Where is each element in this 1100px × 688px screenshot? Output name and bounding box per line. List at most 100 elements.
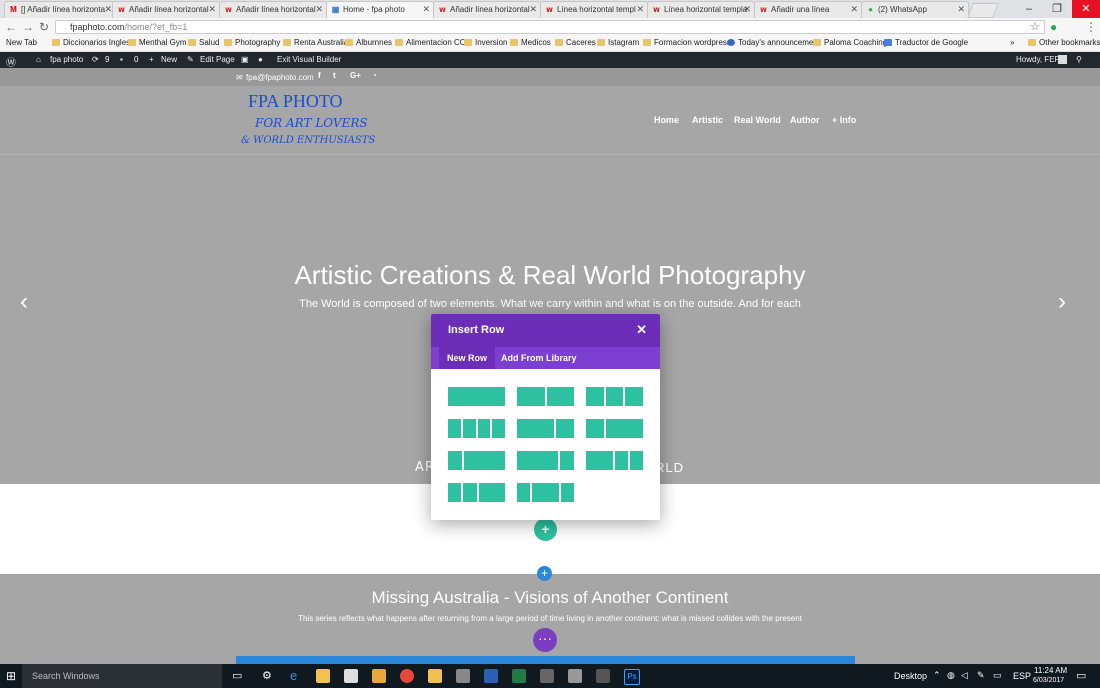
- browser-tab[interactable]: w Añadir línea horizontal ✕: [219, 1, 327, 18]
- clock-date[interactable]: 6/03/2017: [1033, 677, 1064, 684]
- close-icon[interactable]: ✕: [636, 322, 647, 338]
- avatar[interactable]: [1058, 55, 1067, 64]
- nav-artistic[interactable]: Artistic: [692, 115, 723, 125]
- close-tab-icon[interactable]: ✕: [850, 4, 858, 15]
- home-icon[interactable]: ⌂: [36, 55, 41, 64]
- row-layout-option[interactable]: [448, 483, 505, 502]
- notifications-icon[interactable]: ▭: [1076, 669, 1086, 682]
- store-icon[interactable]: [344, 669, 358, 683]
- bookmark-folder[interactable]: Inversion: [464, 38, 507, 47]
- add-module-button[interactable]: +: [534, 518, 557, 541]
- browser-tab[interactable]: ● (2) WhatsApp ✕: [861, 1, 969, 18]
- tab-new-row[interactable]: New Row: [439, 347, 496, 369]
- row-layout-option[interactable]: [517, 483, 574, 502]
- row-layout-option[interactable]: [586, 419, 643, 438]
- excel-icon[interactable]: [512, 669, 526, 683]
- maximize-icon[interactable]: ❐: [1043, 0, 1071, 18]
- seo-icon[interactable]: ▣: [241, 55, 249, 64]
- nav-author[interactable]: Author: [790, 115, 820, 125]
- menu-icon[interactable]: ⋮: [1085, 20, 1097, 34]
- close-tab-icon[interactable]: ✕: [957, 4, 965, 15]
- howdy-user[interactable]: Howdy, FER: [1016, 55, 1060, 64]
- row-layout-option[interactable]: [448, 387, 505, 406]
- task-view-icon[interactable]: ▭: [232, 669, 242, 682]
- tray-chevron-icon[interactable]: ⌃: [933, 670, 941, 681]
- row-layout-option[interactable]: [448, 451, 505, 470]
- add-section-button[interactable]: +: [537, 566, 552, 581]
- settings-gear-icon[interactable]: ⚙: [262, 669, 272, 682]
- bookmark-folder[interactable]: Medicos: [510, 38, 551, 47]
- browser-tab[interactable]: w Línea horizontal templa ✕: [647, 1, 755, 18]
- extension-icon[interactable]: ●: [1050, 20, 1057, 34]
- logo-title[interactable]: FPA PHOTO: [248, 91, 343, 112]
- windows-start-icon[interactable]: ⊞: [6, 669, 16, 683]
- app-icon[interactable]: [540, 669, 554, 683]
- new-link[interactable]: New: [161, 55, 177, 64]
- exit-visual-builder-link[interactable]: Exit Visual Builder: [277, 55, 341, 64]
- comments-count[interactable]: 0: [134, 55, 138, 64]
- slider-prev-icon[interactable]: ‹: [20, 288, 28, 316]
- row-layout-option[interactable]: [586, 387, 643, 406]
- search-icon[interactable]: ⚲: [1076, 55, 1082, 64]
- edit-page-link[interactable]: Edit Page: [200, 55, 235, 64]
- plus-icon[interactable]: +: [149, 55, 154, 64]
- slider-next-icon[interactable]: ›: [1058, 288, 1066, 316]
- bookmark-folder[interactable]: Istagram: [597, 38, 639, 47]
- page-settings-button[interactable]: ···: [533, 628, 557, 652]
- word-icon[interactable]: [484, 669, 498, 683]
- browser-tab[interactable]: w Añadir línea horizontal ✕: [433, 1, 541, 18]
- reload-icon[interactable]: ↻: [39, 20, 49, 34]
- row-layout-option[interactable]: [448, 419, 505, 438]
- row-layout-option[interactable]: [517, 419, 574, 438]
- volume-icon[interactable]: ◁: [961, 670, 968, 681]
- close-tab-icon[interactable]: ✕: [104, 4, 112, 15]
- browser-tab[interactable]: w Añadir una línea ✕: [754, 1, 862, 18]
- close-tab-icon[interactable]: ✕: [743, 4, 751, 15]
- bookmarks-overflow[interactable]: »: [1010, 38, 1014, 47]
- comments-icon[interactable]: ▪: [120, 55, 123, 64]
- row-layout-option[interactable]: [586, 451, 643, 470]
- network-icon[interactable]: ◍: [947, 670, 955, 681]
- app-icon[interactable]: [568, 669, 582, 683]
- site-name-link[interactable]: fpa photo: [50, 55, 83, 64]
- desktop-toolbar[interactable]: Desktop: [894, 671, 927, 681]
- bookmark-folder[interactable]: Formacion wordpress: [643, 38, 731, 47]
- bookmark-folder[interactable]: Salud: [188, 38, 219, 47]
- file-explorer-icon[interactable]: [316, 669, 330, 683]
- rss-icon[interactable]: ◔: [372, 71, 377, 80]
- bookmark-folder[interactable]: Diccionarios Ingles: [52, 38, 130, 47]
- google-plus-icon[interactable]: G+: [350, 71, 361, 80]
- media-icon[interactable]: [372, 669, 386, 683]
- clock-time[interactable]: 11:24 AM: [1034, 666, 1067, 675]
- photoshop-icon[interactable]: Ps: [624, 669, 640, 685]
- close-window-icon[interactable]: ✕: [1072, 0, 1100, 18]
- bookmark-item[interactable]: Traductor de Google: [884, 38, 968, 47]
- bookmark-folder[interactable]: Alburnnes: [345, 38, 392, 47]
- tab-add-from-library[interactable]: Add From Library: [493, 347, 585, 369]
- other-bookmarks-folder[interactable]: Other bookmarks: [1028, 38, 1100, 47]
- new-tab-button[interactable]: [967, 3, 999, 18]
- bookmark-folder[interactable]: Alimentacion CC: [395, 38, 466, 47]
- pen-icon[interactable]: ✎: [977, 670, 985, 681]
- close-tab-icon[interactable]: ✕: [529, 4, 537, 15]
- bookmark-folder[interactable]: Menthal Gym: [128, 38, 187, 47]
- address-bar[interactable]: fpaphoto.com/home/?et_fb=1: [55, 20, 1045, 34]
- browser-tab-active[interactable]: ▦ Home - fpa photo ✕: [326, 1, 434, 18]
- browser-tab[interactable]: w Línea horizontal templ ✕: [540, 1, 648, 18]
- dot-icon[interactable]: ●: [258, 55, 263, 64]
- nav-real-world[interactable]: Real World: [734, 115, 781, 125]
- row-layout-option[interactable]: [517, 451, 574, 470]
- language-indicator[interactable]: ESP: [1013, 671, 1031, 681]
- twitter-icon[interactable]: t: [333, 71, 336, 80]
- nav-info[interactable]: + Info: [832, 115, 856, 125]
- contact-email[interactable]: fpa@fpaphoto.com: [246, 73, 314, 82]
- app-icon[interactable]: [456, 669, 470, 683]
- keyboard-icon[interactable]: ▭: [993, 670, 1002, 681]
- bookmark-folder[interactable]: Photography: [224, 38, 280, 47]
- bookmark-folder[interactable]: Caceres: [555, 38, 596, 47]
- bookmark-item[interactable]: Today's announceme: [727, 38, 813, 47]
- close-tab-icon[interactable]: ✕: [422, 4, 430, 15]
- app-icon[interactable]: [596, 669, 610, 683]
- edge-icon[interactable]: e: [290, 668, 297, 683]
- facebook-icon[interactable]: f: [318, 71, 321, 80]
